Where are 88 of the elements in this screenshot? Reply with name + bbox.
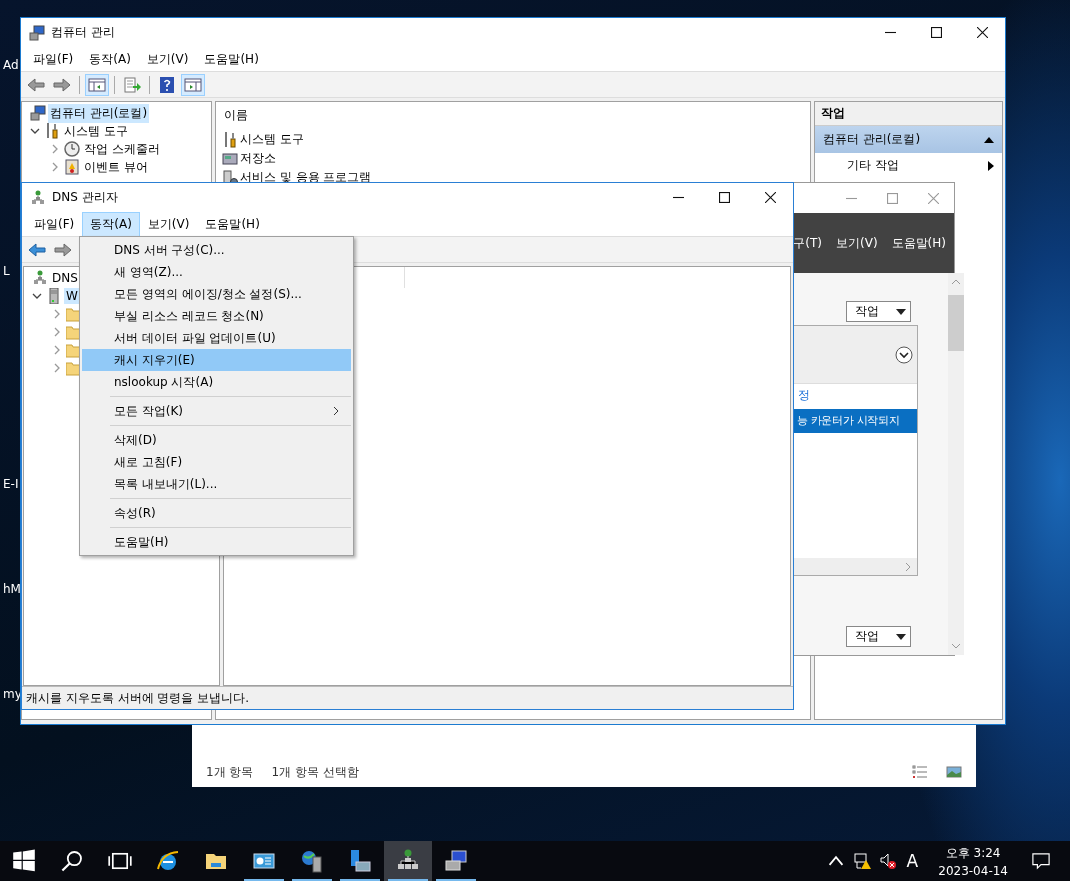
menu-item[interactable]: 도움말(H) <box>82 531 351 553</box>
expand-circle-icon[interactable] <box>895 345 913 364</box>
menu-item[interactable]: 구(T) <box>793 234 823 252</box>
tree-item[interactable]: 컴퓨터 관리(로컬) <box>48 103 150 123</box>
tasks-dropdown[interactable]: 작업 <box>846 301 911 322</box>
actions-group-header[interactable]: 컴퓨터 관리(로컬) <box>815 126 1002 153</box>
actions-header: 작업 <box>815 102 1002 126</box>
tree-item[interactable]: 작업 스케줄러 <box>82 139 162 159</box>
details-view-icon[interactable] <box>912 764 928 780</box>
status-text: 1개 항목 <box>206 763 254 781</box>
scrollbar-thumb[interactable] <box>948 295 964 351</box>
desktop-icon-label[interactable]: Ad <box>3 58 19 72</box>
computer-icon[interactable] <box>444 849 468 873</box>
search-icon[interactable] <box>60 849 84 873</box>
list-item[interactable]: 시스템 도구 <box>240 131 304 148</box>
thumbnail-view-icon[interactable] <box>946 764 962 780</box>
menu-item[interactable]: 파일(F) <box>26 211 83 237</box>
globe-server-icon[interactable] <box>300 849 324 873</box>
menu-item[interactable]: 새로 고침(F) <box>82 451 351 473</box>
four-panes-icon[interactable] <box>12 849 36 873</box>
tools-icon <box>222 131 238 148</box>
clock-time[interactable]: 오후 3:24 <box>945 844 1001 862</box>
menu-item[interactable]: 목록 내보내기(L)... <box>82 473 351 495</box>
submenu-arrow-icon <box>988 160 994 171</box>
status-text: 캐시를 지우도록 서버에 명령을 보냅니다. <box>26 689 250 707</box>
desktop-icon-label[interactable]: hM <box>3 582 21 596</box>
menu-item[interactable]: 보기(V) <box>836 234 878 252</box>
tree-item[interactable]: W <box>64 288 80 304</box>
menu-item[interactable]: 보기(V) <box>139 211 198 237</box>
tools-icon <box>44 123 60 139</box>
menu-item[interactable]: 도움말(H) <box>891 234 946 252</box>
browser-e-icon[interactable] <box>156 849 180 873</box>
menu-item[interactable]: 서버 데이터 파일 업데이트(U) <box>82 327 351 349</box>
console-tree-icon[interactable] <box>86 74 108 95</box>
menu-item[interactable]: 동작(A) <box>82 211 140 237</box>
action-item[interactable]: 기타 작업 <box>815 153 1002 178</box>
menu-item[interactable]: 모든 영역의 에이징/청소 설정(S)... <box>82 283 351 305</box>
menu-item[interactable]: 파일(F) <box>25 46 82 72</box>
tree-item[interactable]: DNS <box>50 270 80 286</box>
menu-item[interactable]: nslookup 시작(A) <box>82 371 351 393</box>
taskbar-app-button[interactable] <box>384 841 432 881</box>
server-toolbox-icon[interactable] <box>348 849 372 873</box>
link[interactable]: 정 <box>792 384 917 409</box>
network-icon <box>30 189 46 206</box>
input-method-indicator[interactable]: A <box>906 851 919 871</box>
tree-item[interactable]: 이벤트 뷰어 <box>82 157 150 177</box>
notification-icon[interactable] <box>1032 852 1050 870</box>
menu-item[interactable]: 부실 리소스 레코드 청소(N) <box>82 305 351 327</box>
storage-icon <box>222 150 238 167</box>
server-icon <box>46 288 62 304</box>
maximize-icon[interactable] <box>718 192 730 203</box>
network-warning-icon[interactable] <box>852 852 871 870</box>
menu-item[interactable]: 삭제(D) <box>82 429 351 451</box>
list-item[interactable]: 저장소 <box>240 150 276 167</box>
close-icon[interactable] <box>976 27 988 38</box>
clock-date[interactable]: 2023-04-14 <box>938 863 1008 878</box>
action-pane-icon[interactable] <box>182 74 204 95</box>
muted-speaker-icon[interactable] <box>878 852 897 870</box>
status-text: 1개 항목 선택함 <box>271 763 359 781</box>
menu-item[interactable]: 속성(R) <box>82 502 351 524</box>
menu-item[interactable]: 캐시 지우기(E) <box>82 349 351 371</box>
maximize-icon[interactable] <box>930 27 942 38</box>
export-list-icon[interactable] <box>121 74 143 95</box>
tree-item[interactable]: 시스템 도구 <box>62 121 130 141</box>
scrollbar[interactable] <box>948 273 964 655</box>
menu-item[interactable]: DNS 서버 구성(C)... <box>82 239 351 261</box>
collapse-arrow-icon[interactable] <box>984 135 994 144</box>
menu-item[interactable]: 도움말(H) <box>196 46 267 72</box>
menu-item[interactable]: 새 영역(Z)... <box>82 261 351 283</box>
caret-icon <box>896 633 906 640</box>
menu-item[interactable]: 보기(V) <box>138 46 197 72</box>
clock-icon <box>64 141 80 157</box>
menu-item[interactable]: 도움말(H) <box>197 211 268 237</box>
window-title: DNS 관리자 <box>52 189 118 206</box>
column-header[interactable]: 이름 <box>222 104 250 130</box>
network-icon <box>32 270 48 286</box>
computer-icon <box>30 105 46 121</box>
tasks-dropdown[interactable]: 작업 <box>846 626 911 647</box>
window-title: 컴퓨터 관리 <box>51 24 115 41</box>
menu-item[interactable]: 모든 작업(K) <box>82 400 351 422</box>
close-icon[interactable] <box>764 192 776 203</box>
event-log-icon <box>64 159 80 175</box>
desktop-icon-label[interactable]: E-I <box>3 477 19 491</box>
selected-row[interactable]: 능 카운터가 시작되지 <box>792 409 917 433</box>
menu-item[interactable]: 동작(A) <box>81 46 139 72</box>
desktop-icon-label[interactable]: L <box>3 264 10 278</box>
caret-icon <box>896 308 906 315</box>
computer-icon <box>29 24 45 41</box>
